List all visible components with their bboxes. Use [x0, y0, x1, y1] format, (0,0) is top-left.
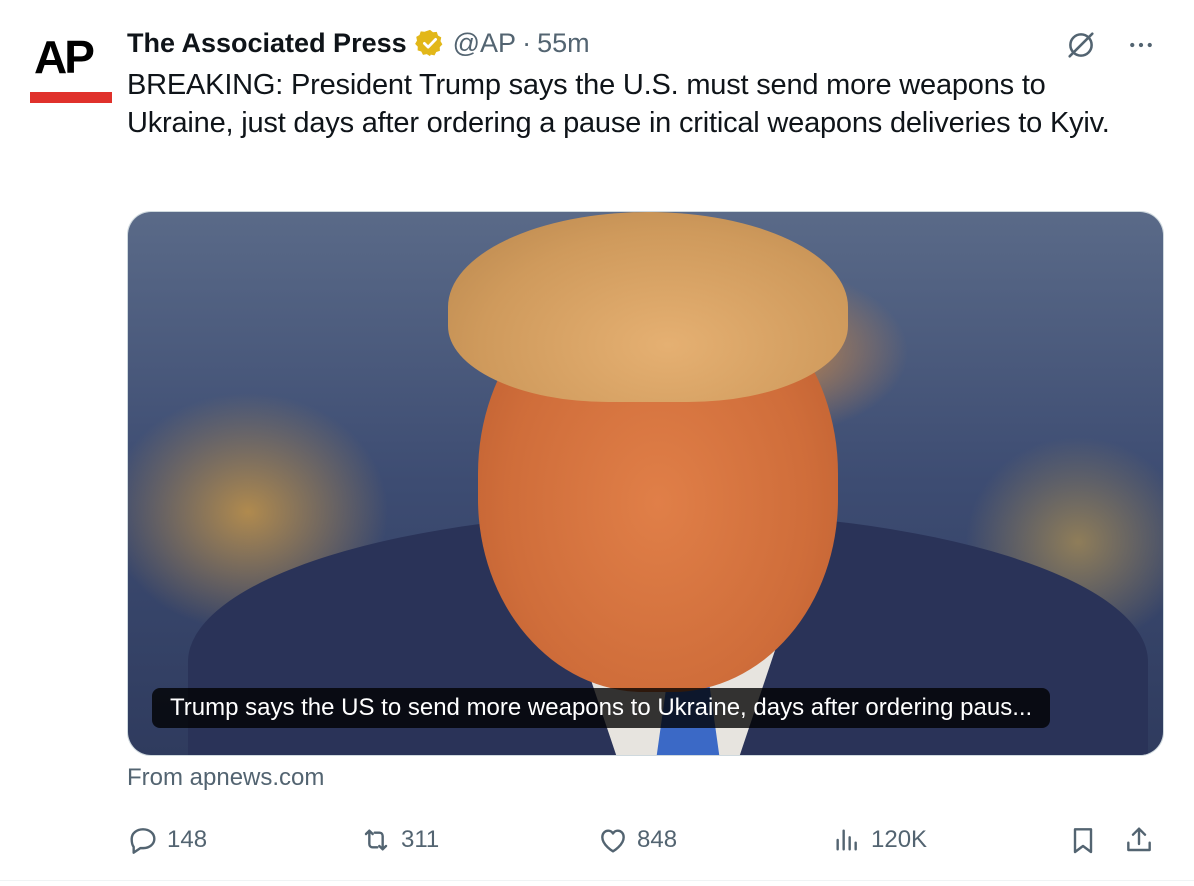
reply-count: 148 [167, 826, 208, 853]
reply-icon [127, 824, 159, 856]
views-button[interactable]: 120K [831, 820, 927, 860]
ap-logo-bar [30, 92, 112, 103]
retweet-count: 311 [401, 826, 440, 853]
views-icon [831, 824, 863, 856]
share-button[interactable] [1123, 820, 1155, 860]
card-source[interactable]: From apnews.com [127, 764, 324, 792]
heart-icon [597, 824, 629, 856]
bookmark-icon [1067, 824, 1099, 856]
post-time[interactable]: 55m [537, 28, 590, 59]
separator-dot: · [522, 27, 532, 58]
ap-logo-text: AP [34, 31, 95, 83]
reply-button[interactable]: 148 [127, 820, 207, 860]
action-bar: 148 311 848 120K [127, 820, 1167, 860]
card-caption: Trump says the US to send more weapons t… [152, 688, 1051, 728]
author-name[interactable]: The Associated Press [127, 28, 407, 59]
retweet-icon [359, 824, 393, 856]
tweet[interactable]: AP The Associated Press @AP · 55m BREAKI… [0, 0, 1194, 886]
share-icon [1123, 824, 1155, 856]
bookmark-button[interactable] [1067, 820, 1099, 860]
more-icon[interactable] [1126, 30, 1156, 65]
author-handle[interactable]: @AP [453, 28, 516, 59]
avatar[interactable]: AP [30, 22, 112, 104]
top-actions [1064, 28, 1156, 67]
tweet-header: The Associated Press @AP · 55m [127, 26, 590, 60]
divider [0, 880, 1194, 881]
link-card[interactable]: Trump says the US to send more weapons t… [127, 211, 1164, 756]
verified-badge-icon [414, 28, 445, 58]
tweet-text: BREAKING: President Trump says the U.S. … [127, 69, 1110, 139]
retweet-button[interactable]: 311 [359, 820, 439, 860]
like-button[interactable]: 848 [597, 820, 677, 860]
like-count: 848 [637, 826, 678, 853]
grok-icon[interactable] [1064, 28, 1098, 67]
card-photo [128, 212, 1163, 755]
views-count: 120K [871, 826, 928, 853]
